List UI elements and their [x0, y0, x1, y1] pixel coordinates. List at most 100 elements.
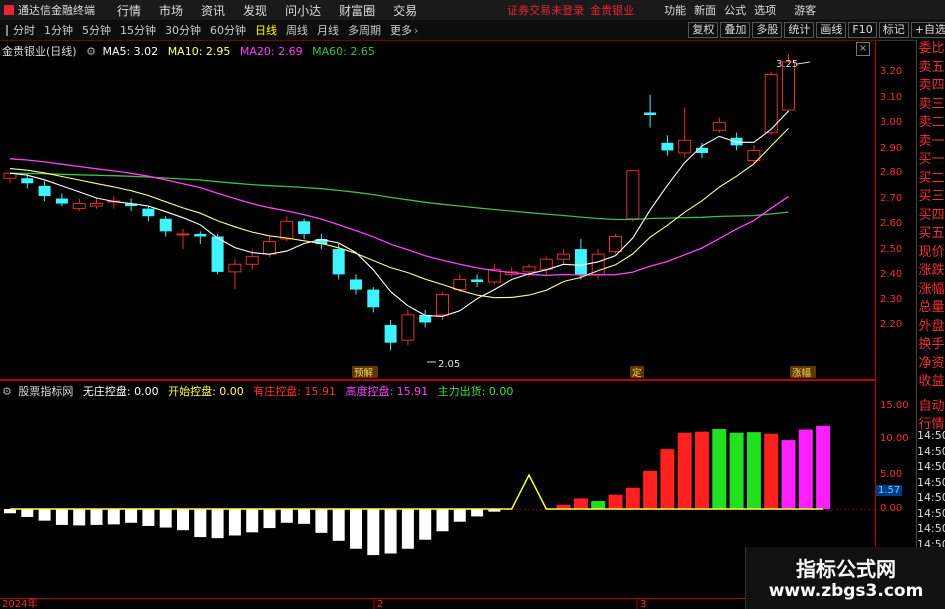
- menu-right-gongshi[interactable]: 公式: [724, 2, 746, 18]
- side-item[interactable]: 净资: [917, 355, 945, 374]
- tongji-button[interactable]: 统计: [784, 22, 815, 38]
- side-item[interactable]: 买三: [917, 188, 945, 207]
- indicator-bar[interactable]: [246, 509, 259, 533]
- menu-item-faxian[interactable]: 发现: [243, 2, 267, 19]
- indicator-bar[interactable]: [228, 509, 241, 536]
- indicator-bar[interactable]: [453, 509, 466, 522]
- candle-body[interactable]: [142, 208, 155, 217]
- candle-body[interactable]: [298, 221, 311, 234]
- candle-body[interactable]: [280, 220, 294, 240]
- candle-body[interactable]: [72, 203, 86, 210]
- side-item[interactable]: 总量: [917, 299, 945, 318]
- f10-button[interactable]: F10: [848, 22, 877, 38]
- menu-item-caifuquan[interactable]: 财富圈: [339, 2, 375, 19]
- event-tag-3[interactable]: 涨幅: [792, 367, 812, 379]
- side-item[interactable]: 买二: [917, 170, 945, 189]
- candle-body[interactable]: [245, 256, 259, 265]
- candle-body[interactable]: [453, 278, 467, 291]
- more-chevron-icon[interactable]: ›: [414, 24, 418, 37]
- indicator-bar[interactable]: [643, 470, 658, 509]
- indicator-bar[interactable]: [159, 509, 172, 528]
- indicator-bar[interactable]: [177, 509, 189, 531]
- indicator-bar[interactable]: [280, 509, 293, 523]
- indicator-chart[interactable]: 2024年 2 3: [0, 380, 875, 609]
- period-60min[interactable]: 60分钟: [210, 22, 246, 38]
- kline-chart[interactable]: 3.25 2.05 预解 定 涨幅: [0, 40, 875, 380]
- indicator-bar[interactable]: [471, 509, 484, 517]
- side-item[interactable]: 卖三: [917, 96, 945, 115]
- candle-body[interactable]: [730, 137, 743, 146]
- indicator-bar[interactable]: [660, 449, 675, 509]
- candle-body[interactable]: [176, 233, 190, 236]
- menu-item-zixun[interactable]: 资讯: [201, 2, 225, 19]
- side-item[interactable]: 买四: [917, 207, 945, 226]
- settings-gear-icon[interactable]: ⚙: [86, 45, 96, 58]
- candle-body[interactable]: [539, 258, 553, 270]
- indicator-bar[interactable]: [419, 509, 432, 540]
- side-item[interactable]: 换手: [917, 336, 945, 355]
- period-1min[interactable]: 1分钟: [44, 22, 73, 38]
- menu-item-wenxiaoda[interactable]: 问小达: [285, 2, 321, 19]
- side-item[interactable]: 卖五: [917, 59, 945, 78]
- period-5min[interactable]: 5分钟: [82, 22, 111, 38]
- side-item[interactable]: 卖二: [917, 114, 945, 133]
- indicator-bar[interactable]: [401, 509, 414, 549]
- indicator-bar[interactable]: [55, 509, 68, 525]
- biaoji-button[interactable]: 标记: [878, 22, 909, 38]
- side-item[interactable]: 外盘: [917, 318, 945, 337]
- period-15min[interactable]: 15分钟: [120, 22, 156, 38]
- side-item[interactable]: 涨跌: [917, 262, 945, 281]
- duogu-button[interactable]: 多股: [752, 22, 783, 38]
- candle-body[interactable]: [609, 235, 622, 253]
- candle-body[interactable]: [211, 236, 224, 272]
- indicator-bar[interactable]: [107, 509, 120, 525]
- menu-item-shichang[interactable]: 市场: [159, 2, 183, 19]
- candle-body[interactable]: [21, 178, 34, 184]
- indicator-bar[interactable]: [263, 509, 276, 529]
- period-month[interactable]: 月线: [317, 22, 339, 38]
- diejia-button[interactable]: 叠加: [720, 22, 751, 38]
- indicator-bar[interactable]: [677, 432, 692, 509]
- indicator-bar[interactable]: [746, 432, 761, 509]
- candle-body[interactable]: [522, 266, 536, 273]
- indicator-bar[interactable]: [695, 431, 709, 509]
- candle-body[interactable]: [557, 253, 571, 260]
- zixuan-button[interactable]: +自选: [910, 22, 945, 38]
- indicator-bar[interactable]: [73, 509, 86, 526]
- side-item[interactable]: 卖一: [917, 133, 945, 152]
- candle-body[interactable]: [332, 249, 345, 275]
- candle-body[interactable]: [661, 142, 674, 151]
- indicator-bar[interactable]: [798, 429, 813, 510]
- side-item[interactable]: 自动: [917, 398, 945, 417]
- side-item[interactable]: 买一: [917, 151, 945, 170]
- indicator-bar[interactable]: [315, 509, 328, 533]
- candle-body[interactable]: [574, 249, 587, 275]
- indicator-bar[interactable]: [608, 494, 623, 509]
- event-tag-1[interactable]: 预解: [354, 367, 374, 379]
- side-item[interactable]: 涨幅: [917, 281, 945, 300]
- indicator-bar[interactable]: [625, 487, 640, 509]
- period-multi[interactable]: 多周期: [348, 22, 381, 38]
- candle-body[interactable]: [38, 185, 51, 196]
- candle-body[interactable]: [436, 294, 449, 316]
- candle-body[interactable]: [55, 198, 68, 204]
- candle-body[interactable]: [367, 289, 380, 308]
- period-more[interactable]: 更多: [390, 22, 412, 38]
- menu-right-xinmian[interactable]: 新面: [694, 2, 716, 18]
- indicator-bar[interactable]: [38, 509, 51, 521]
- candle-body[interactable]: [678, 139, 692, 154]
- toolbar-grid-icon[interactable]: [6, 24, 8, 36]
- menu-item-hangqing[interactable]: 行情: [117, 2, 141, 19]
- indicator-bar[interactable]: [90, 509, 103, 525]
- indicator-bar[interactable]: [332, 509, 345, 541]
- candle-body[interactable]: [591, 253, 605, 275]
- indicator-bar[interactable]: [21, 509, 34, 517]
- candle-body[interactable]: [90, 203, 103, 207]
- indicator-bar[interactable]: [384, 509, 397, 554]
- guest-label[interactable]: 游客: [794, 2, 816, 18]
- login-notice[interactable]: 证券交易未登录: [507, 2, 584, 18]
- indicator-bar[interactable]: [367, 509, 380, 556]
- side-item[interactable]: 买五: [917, 225, 945, 244]
- candle-body[interactable]: [263, 241, 276, 255]
- menu-right-gongneng[interactable]: 功能: [664, 2, 686, 18]
